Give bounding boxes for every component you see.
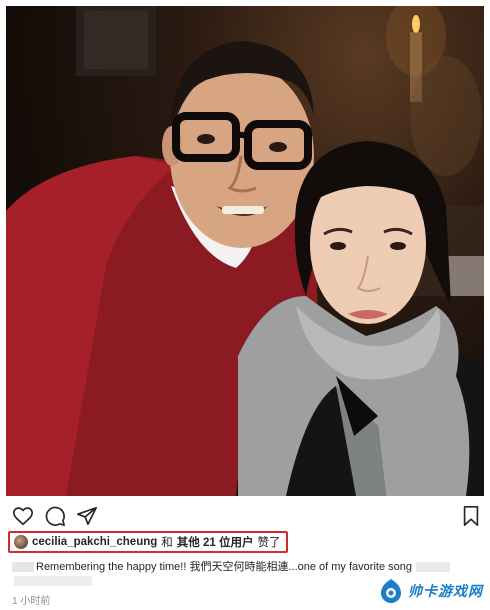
watermark-logo-icon xyxy=(381,579,401,603)
photo-illustration xyxy=(6,6,484,496)
post-action-bar xyxy=(12,503,482,529)
paper-plane-icon[interactable] xyxy=(76,505,98,527)
likes-others-link[interactable]: 其他 21 位用户 xyxy=(177,534,254,550)
likes-and-text: 和 xyxy=(161,537,173,549)
liker-username[interactable]: cecilia_pakchi_cheung xyxy=(32,536,157,548)
blurred-caption-line xyxy=(14,576,92,586)
bookmark-icon[interactable] xyxy=(460,505,482,527)
blurred-username xyxy=(12,562,34,573)
comment-bubble-icon[interactable] xyxy=(44,505,66,527)
avatar[interactable] xyxy=(14,535,28,549)
caption-text: Remembering the happy time!! 我們天空何時能相連..… xyxy=(36,561,412,573)
post-timestamp: 1 小时前 xyxy=(12,596,51,607)
likes-liked-text: 赞了 xyxy=(257,537,281,549)
heart-outline-icon[interactable] xyxy=(12,505,34,527)
post-caption: Remembering the happy time!! 我們天空何時能相連..… xyxy=(12,558,472,574)
blurred-text xyxy=(415,562,450,573)
watermark-text: 帅卡游戏网 xyxy=(408,584,483,600)
post-photo[interactable] xyxy=(6,6,484,496)
likes-summary: cecilia_pakchi_cheung 和 其他 21 位用户 赞了 xyxy=(8,531,289,553)
site-watermark: 帅卡游戏网 xyxy=(378,576,486,606)
